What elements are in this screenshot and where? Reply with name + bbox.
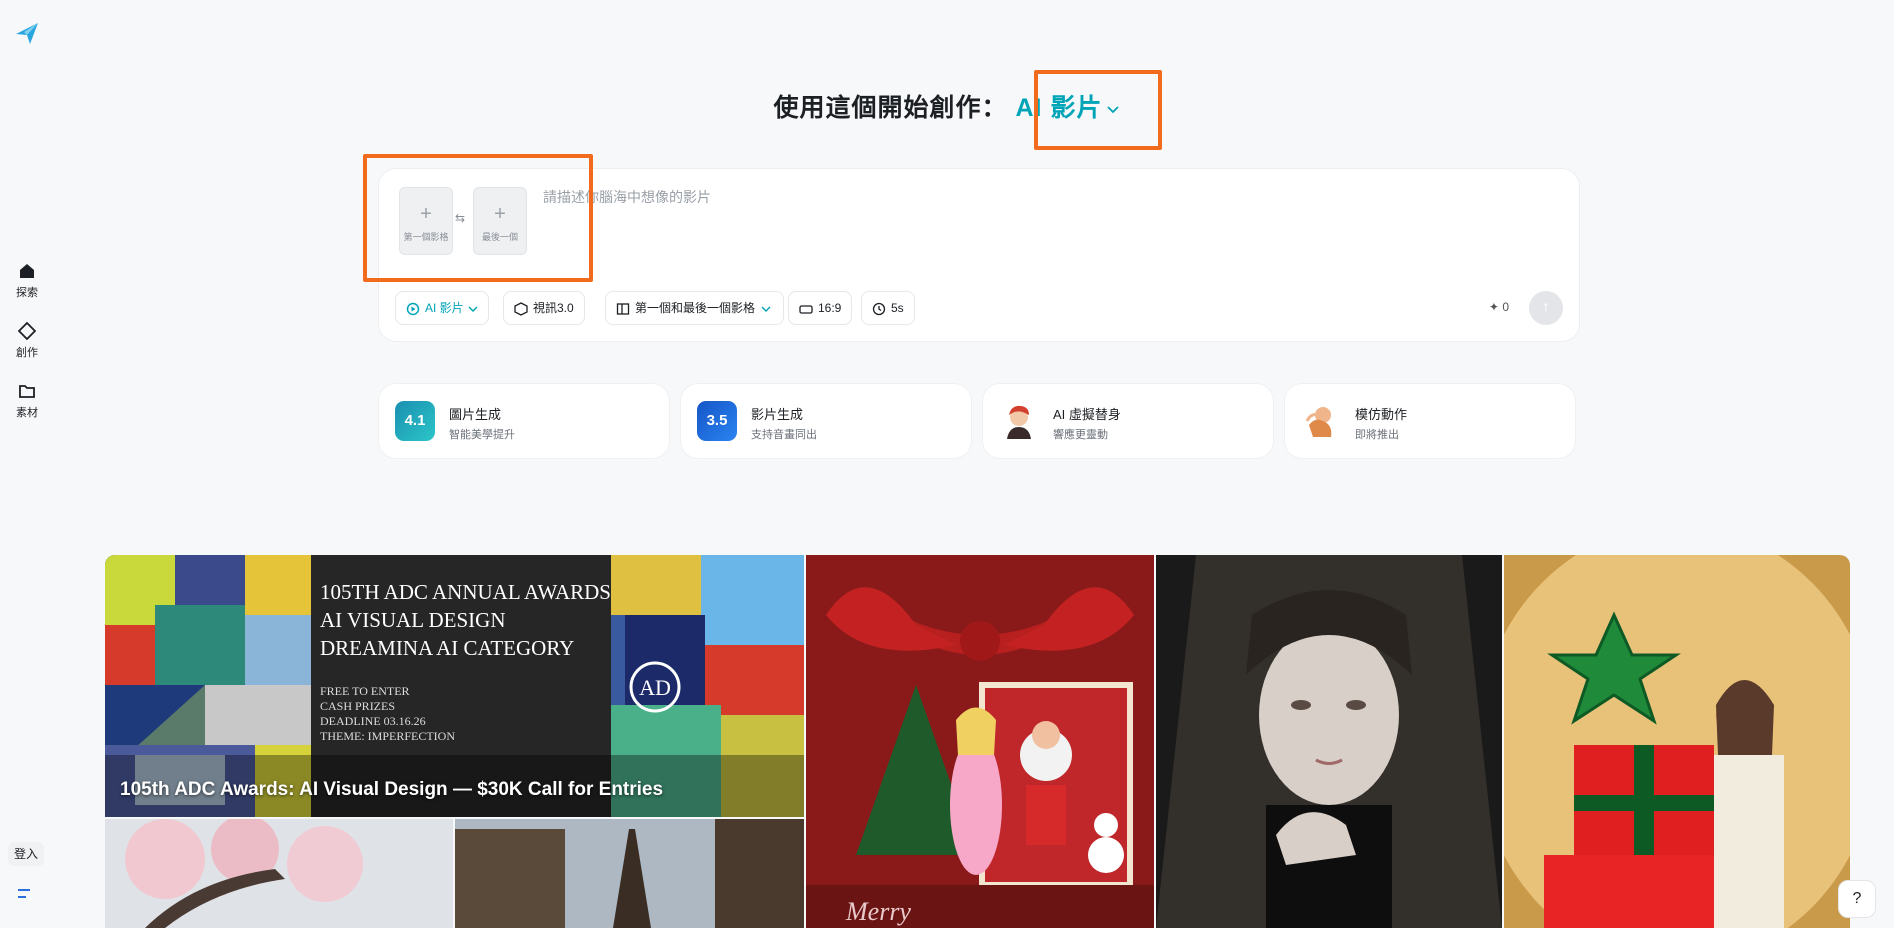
ratio-chip[interactable]: 16:9	[788, 291, 853, 325]
feature-title: 圖片生成	[449, 407, 502, 422]
portrait-artwork	[1156, 555, 1502, 928]
sidebar: 探索 創作 素材 登入	[0, 0, 54, 928]
feature-card-avatar[interactable]: AI 虛擬替身 響應更靈動	[982, 383, 1274, 459]
gallery-tile-christmas[interactable]: Merry	[806, 555, 1154, 928]
question-icon: ?	[1852, 890, 1862, 907]
feature-title: 影片生成	[751, 407, 804, 422]
cube-icon	[514, 302, 528, 316]
video-gen-icon: 3.5	[697, 401, 737, 441]
banner-sub-1: FREE TO ENTER	[320, 684, 410, 698]
create-icon	[0, 321, 54, 342]
banner-line-1: 105TH ADC ANNUAL AWARDS	[320, 580, 611, 604]
svg-text:AD: AD	[639, 675, 671, 700]
sidebar-item-create[interactable]: 創作	[0, 321, 54, 360]
folder-icon	[0, 382, 54, 402]
feature-card-motion[interactable]: 模仿動作 即將推出	[1284, 383, 1576, 459]
feature-card-image[interactable]: 4.1 圖片生成 智能美學提升	[378, 383, 670, 459]
gallery-tile-banner[interactable]: AD 105TH ADC ANNUAL AWARDS AI VISUAL DES…	[105, 555, 804, 817]
mode-chip[interactable]: AI 影片	[395, 291, 489, 325]
model-chip[interactable]: 視訊3.0	[503, 291, 585, 325]
frames-chip[interactable]: 第一個和最後一個影格	[605, 291, 785, 325]
banner-line-3: DREAMINA AI CATEGORY	[320, 636, 574, 660]
mode-dropdown[interactable]: AI 影片	[1016, 94, 1121, 122]
ratio-chip-label: 16:9	[818, 301, 842, 315]
gallery-tile-portrait[interactable]	[1156, 555, 1502, 928]
chevron-down-icon	[761, 306, 771, 312]
last-frame-label: 最後一個	[481, 232, 518, 242]
feature-subtitle: 支持音畫同出	[751, 429, 817, 441]
blossom-artwork	[105, 819, 453, 928]
feature-title: AI 虛擬替身	[1053, 407, 1121, 422]
banner-sub-3: DEADLINE 03.16.26	[320, 714, 426, 728]
frames-chip-label: 第一個和最後一個影格	[635, 301, 756, 315]
credit-counter: ✦ 0	[1489, 300, 1509, 314]
sidebar-item-label: 素材	[16, 407, 38, 419]
banner-sub-2: CASH PRIZES	[320, 699, 395, 713]
motion-icon	[1301, 401, 1341, 441]
feature-title: 模仿動作	[1355, 407, 1408, 422]
page-title-prefix: 使用這個開始創作：	[773, 94, 1008, 122]
prompt-input[interactable]: 請描述你腦海中想像的影片	[543, 187, 711, 207]
christmas-artwork: Merry	[806, 555, 1154, 928]
help-button[interactable]: ?	[1838, 880, 1876, 918]
model-chip-label: 視訊3.0	[533, 301, 574, 315]
duration-chip[interactable]: 5s	[861, 291, 915, 325]
gallery-tile-paris[interactable]	[455, 819, 804, 928]
christmas-text: Merry	[845, 897, 911, 926]
gallery-tile-blossom[interactable]	[105, 819, 453, 928]
sidebar-item-assets[interactable]: 素材	[0, 382, 54, 420]
chevron-down-icon	[468, 306, 478, 312]
arrow-up-icon: ↑	[1542, 299, 1550, 316]
avatar-icon	[999, 401, 1039, 441]
gallery-tile-gift[interactable]	[1504, 555, 1850, 928]
menu-toggle-icon[interactable]	[18, 886, 34, 900]
banner-line-2: AI VISUAL DESIGN	[320, 608, 506, 632]
feature-subtitle: 響應更靈動	[1053, 429, 1108, 441]
banner-caption: 105th ADC Awards: AI Visual Design — $30…	[120, 779, 664, 800]
prompt-card: + 第一個影格 ⇆ + 最後一個 請描述你腦海中想像的影片 AI 影片 視訊3.…	[378, 168, 1580, 342]
mode-dropdown-label: AI 影片	[1015, 94, 1103, 122]
swap-icon[interactable]: ⇆	[455, 211, 465, 225]
duration-chip-label: 5s	[891, 301, 904, 315]
sidebar-item-label: 創作	[16, 347, 38, 359]
video-mode-icon	[406, 302, 420, 316]
sidebar-item-explore[interactable]: 探索	[0, 262, 54, 300]
gift-artwork	[1504, 555, 1850, 928]
frames-icon	[616, 303, 630, 315]
first-frame-upload[interactable]: + 第一個影格	[399, 187, 453, 255]
credit-value: 0	[1502, 300, 1509, 314]
page-title: 使用這個開始創作： AI 影片	[0, 88, 1894, 124]
feature-card-video[interactable]: 3.5 影片生成 支持音畫同出	[680, 383, 972, 459]
sidebar-item-label: 探索	[16, 287, 38, 299]
image-gen-icon: 4.1	[395, 401, 435, 441]
chevron-down-icon	[1107, 106, 1120, 114]
last-frame-upload[interactable]: + 最後一個	[473, 187, 527, 255]
send-button[interactable]: ↑	[1529, 291, 1563, 325]
first-frame-label: 第一個影格	[403, 232, 449, 242]
plus-icon: +	[494, 203, 506, 225]
mode-chip-label: AI 影片	[425, 301, 464, 315]
banner-artwork: AD 105TH ADC ANNUAL AWARDS AI VISUAL DES…	[105, 555, 804, 817]
login-button[interactable]: 登入	[8, 842, 44, 866]
app-logo-icon[interactable]	[14, 20, 40, 46]
clock-icon	[872, 302, 886, 315]
paris-artwork	[455, 819, 804, 928]
sparkle-icon: ✦	[1488, 300, 1499, 314]
plus-icon: +	[420, 203, 432, 225]
banner-sub-4: THEME: IMPERFECTION	[320, 729, 455, 743]
feature-subtitle: 智能美學提升	[449, 429, 515, 441]
home-icon	[0, 262, 54, 282]
feature-subtitle: 即將推出	[1355, 429, 1399, 441]
aspect-ratio-icon	[799, 305, 813, 314]
